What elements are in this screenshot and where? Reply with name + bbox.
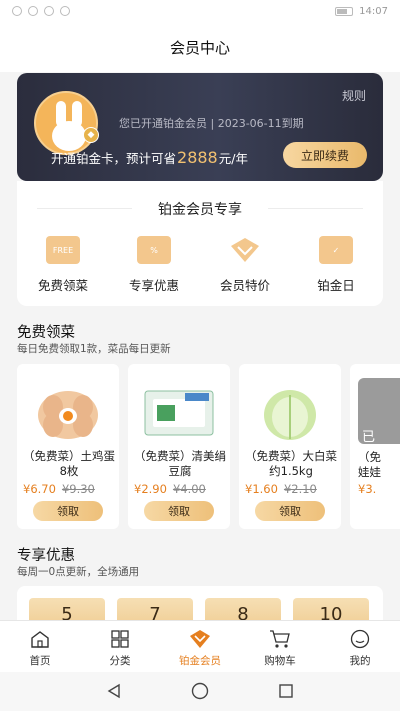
dish-prices: ¥2.90 ¥4.00 xyxy=(134,482,206,496)
coupon-card[interactable]: 8 xyxy=(205,598,281,622)
dish-card[interactable]: （免费菜）大白菜 约1.5kg ¥1.60 ¥2.10 领取 xyxy=(239,364,341,529)
dish-original-price: ¥4.00 xyxy=(172,482,206,496)
tab-platinum-member[interactable]: 铂金会员 xyxy=(170,629,230,668)
rabbit-face-icon xyxy=(52,121,86,151)
perk-label: 专享优惠 xyxy=(128,278,179,293)
exclusive-deals-subtitle: 每周一0点更新，全场通用 xyxy=(17,566,140,578)
tab-category[interactable]: 分类 xyxy=(90,629,150,668)
recents-icon[interactable] xyxy=(276,682,296,700)
renew-button[interactable]: 立即续费 xyxy=(283,142,367,168)
cart-icon xyxy=(269,629,291,649)
tab-label: 首页 xyxy=(29,655,51,667)
perk-label: 铂金日 xyxy=(317,278,355,293)
tab-home[interactable]: 首页 xyxy=(10,629,70,668)
perk-free-dish[interactable]: FREE 免费领菜 xyxy=(19,236,107,294)
promo-suffix: 元/年 xyxy=(218,151,248,166)
dish-card[interactable]: （免费菜）土鸡蛋 8枚 ¥6.70 ¥9.30 领取 xyxy=(17,364,119,529)
status-icons-right: 14:07 xyxy=(335,6,388,17)
free-dishes-title: 免费领菜 xyxy=(17,325,75,341)
exclusive-deals-title: 专享优惠 xyxy=(17,548,75,564)
grid-icon xyxy=(109,629,131,649)
perk-platinum-day[interactable]: ✓ 铂金日 xyxy=(292,236,380,294)
perk-label: 免费领菜 xyxy=(37,278,88,293)
dish-price: ¥3. xyxy=(358,482,377,496)
dish-original-price: ¥9.30 xyxy=(61,482,95,496)
sold-out-text: 已 xyxy=(362,430,376,444)
tab-label: 我的 xyxy=(349,655,371,667)
status-time: 14:07 xyxy=(359,5,388,17)
calendar-icon: ✓ xyxy=(319,236,353,264)
profile-icon xyxy=(349,629,371,649)
perk-member-price[interactable]: 会员特价 xyxy=(201,236,289,294)
rules-link[interactable]: 规则 xyxy=(342,87,366,104)
system-nav-bar xyxy=(0,672,400,711)
perks-panel: 铂金会员专享 FREE 免费领菜 % 专享优惠 会员特价 ✓ 铂金日 xyxy=(17,181,383,306)
claim-button[interactable]: 领取 xyxy=(144,501,214,521)
perk-label: 会员特价 xyxy=(219,278,270,293)
coupons-panel: 5 7 8 10 xyxy=(17,586,383,622)
claim-button[interactable]: 领取 xyxy=(33,501,103,521)
bottom-tab-bar: 首页 分类 铂金会员 购物车 我的 xyxy=(0,620,400,672)
promo-prefix: 开通铂金卡，预计可省 xyxy=(51,151,177,166)
diamond-tag-icon xyxy=(228,236,262,264)
dish-price: ¥6.70 xyxy=(23,482,56,496)
wifi-icon xyxy=(28,6,38,16)
tab-profile[interactable]: 我的 xyxy=(330,629,390,668)
cabbage-image xyxy=(249,378,331,448)
perks-title: 铂金会员专享 xyxy=(17,199,383,219)
avatar[interactable] xyxy=(34,91,98,155)
coupon-card[interactable]: 7 xyxy=(117,598,193,622)
free-vegetable-icon: FREE xyxy=(46,236,80,264)
status-icons-left xyxy=(12,6,70,16)
tab-label: 铂金会员 xyxy=(179,655,221,667)
coupon-icon: % xyxy=(137,236,171,264)
page-title: 会员中心 xyxy=(0,22,400,72)
battery-icon xyxy=(335,6,354,16)
back-icon[interactable] xyxy=(104,682,124,700)
dish-name-line1: （免 xyxy=(358,450,381,464)
alarm-icon xyxy=(12,6,22,16)
savings-promo: 开通铂金卡，预计可省 2888 元/年 xyxy=(51,148,248,167)
promo-amount: 2888 xyxy=(177,148,218,167)
dish-price: ¥2.90 xyxy=(134,482,167,496)
dish-name: （免费菜）土鸡蛋 8枚 xyxy=(23,449,115,478)
dish-name-line2: 娃娃 xyxy=(358,465,381,479)
tofu-image xyxy=(138,378,220,448)
home-icon xyxy=(29,629,51,649)
tab-cart[interactable]: 购物车 xyxy=(250,629,310,668)
dish-name: （免 娃娃 xyxy=(358,450,381,480)
membership-status: 您已开通铂金会员 | 2023-06-11到期 xyxy=(119,117,304,130)
coupon-card[interactable]: 10 xyxy=(293,598,369,622)
tab-label: 购物车 xyxy=(264,655,296,667)
perk-exclusive-discount[interactable]: % 专享优惠 xyxy=(110,236,198,294)
free-dishes-subtitle: 每日免费领取1款，菜品每日更新 xyxy=(17,343,171,355)
vip-badge-icon: ◆ xyxy=(83,127,99,143)
tab-label: 分类 xyxy=(109,655,131,667)
dish-prices: ¥1.60 ¥2.10 xyxy=(245,482,317,496)
egg-image xyxy=(27,378,109,448)
status-bar: 14:07 xyxy=(0,0,400,22)
coupon-card[interactable]: 5 xyxy=(29,598,105,622)
dish-prices: ¥6.70 ¥9.30 xyxy=(23,482,95,496)
dish-name: （免费菜）清美绢豆腐 xyxy=(134,449,226,478)
vip-diamond-icon xyxy=(189,629,211,649)
dish-name: （免费菜）大白菜 约1.5kg xyxy=(245,449,337,478)
dish-price: ¥1.60 xyxy=(245,482,278,496)
notification-icon xyxy=(44,6,54,16)
home-circle-icon[interactable] xyxy=(190,682,210,700)
sold-out-overlay: 已 xyxy=(358,378,400,444)
claim-button[interactable]: 领取 xyxy=(255,501,325,521)
dish-card[interactable]: （免费菜）清美绢豆腐 ¥2.90 ¥4.00 领取 xyxy=(128,364,230,529)
dish-original-price: ¥2.10 xyxy=(283,482,317,496)
member-card: 规则 ◆ 您已开通铂金会员 | 2023-06-11到期 开通铂金卡，预计可省 … xyxy=(17,73,383,181)
shield-icon xyxy=(60,6,70,16)
dish-card-partial[interactable]: 已 （免 娃娃 ¥3. xyxy=(350,364,400,529)
